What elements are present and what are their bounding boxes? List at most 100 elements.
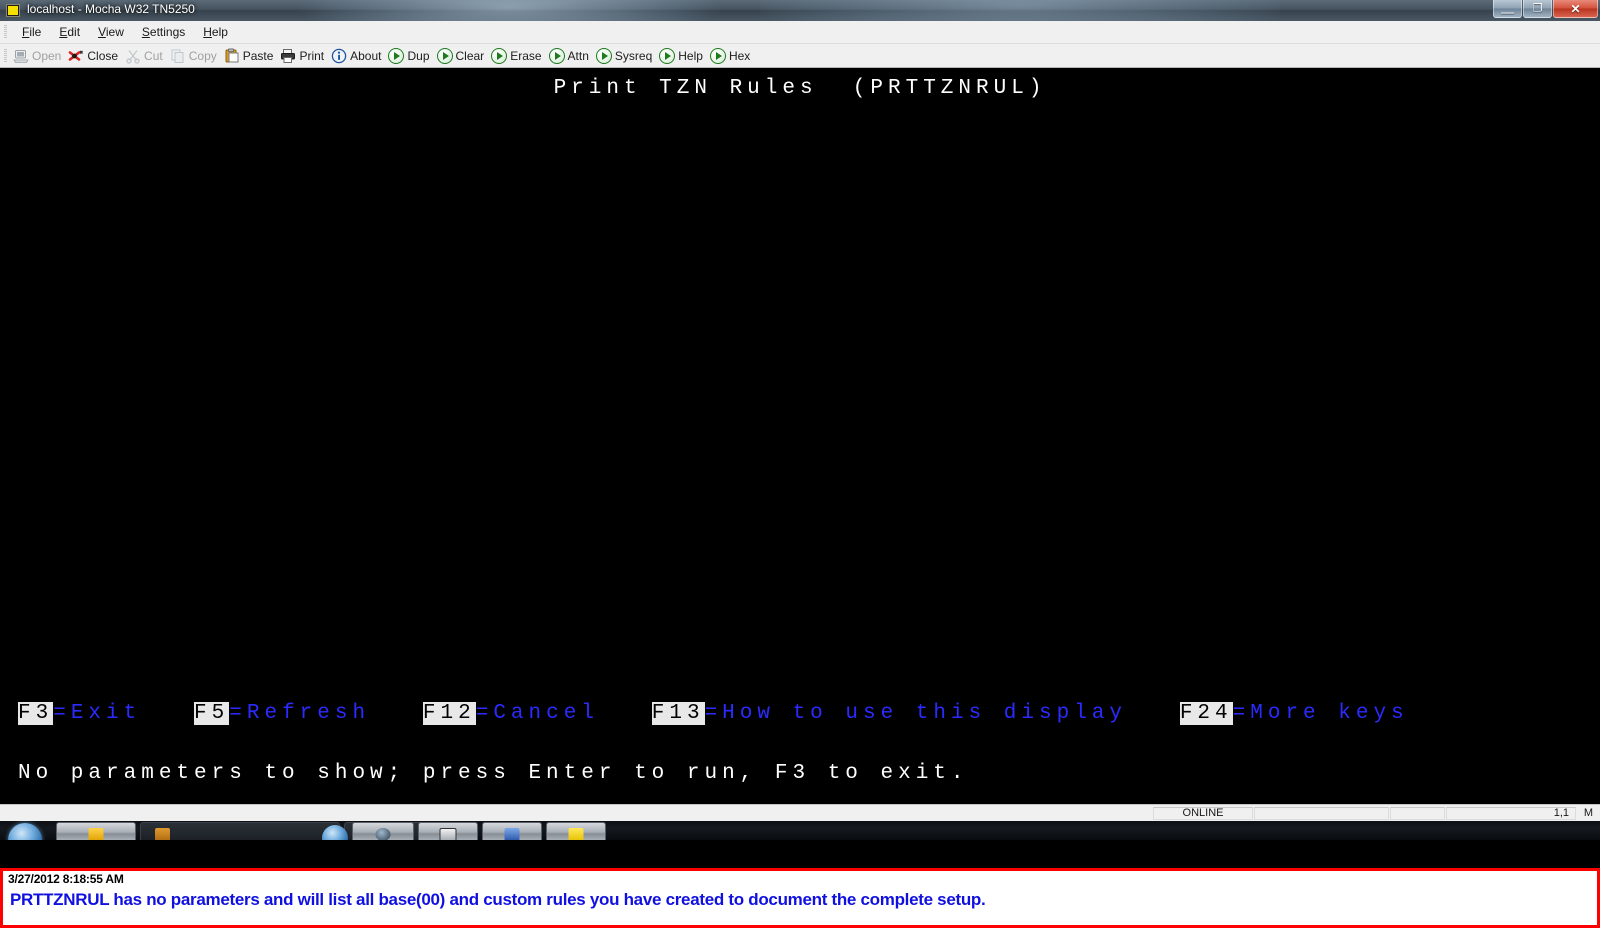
toolbar-button-copy: Copy xyxy=(170,48,217,64)
toolbar-button-label: About xyxy=(350,48,382,63)
menu-item-view[interactable]: View xyxy=(89,23,133,41)
toolbar-button-label: Paste xyxy=(242,48,274,63)
taskbar-button-5[interactable] xyxy=(418,822,478,840)
play-icon xyxy=(388,47,405,64)
minimize-button[interactable]: — xyxy=(1493,0,1522,18)
taskbar-button-7[interactable] xyxy=(546,822,606,840)
toolbar-button-attn[interactable]: Attn xyxy=(548,47,589,64)
annotation-timestamp: 3/27/2012 8:18:55 AM xyxy=(8,872,124,886)
toolbar-button-about[interactable]: About xyxy=(331,48,381,64)
info-icon xyxy=(331,48,347,64)
window-icon-5 xyxy=(439,828,457,840)
toolbar-button-paste[interactable]: Paste xyxy=(224,48,274,64)
restore-button[interactable]: ❐ xyxy=(1523,0,1552,18)
status-connection: ONLINE xyxy=(1153,806,1253,820)
close-icon: ✕ xyxy=(1570,1,1581,16)
play-icon xyxy=(709,47,726,64)
taskbar-button-1[interactable] xyxy=(56,822,136,840)
status-cursor-position: 1,1 xyxy=(1446,806,1576,820)
status-mode: M xyxy=(1583,806,1593,819)
fkey-gap xyxy=(141,702,194,725)
function-key-description: =Exit xyxy=(53,702,142,725)
function-key-f3[interactable]: F3 xyxy=(18,702,54,725)
copy-icon xyxy=(170,48,186,64)
toolbar-button-open: Open xyxy=(13,48,61,64)
toolbar-button-label: Print xyxy=(299,48,325,63)
taskbar-button-2[interactable] xyxy=(140,822,340,840)
toolbar-button-label: Clear xyxy=(455,48,485,63)
computer-icon xyxy=(13,48,29,64)
toolbar-button-cut: Cut xyxy=(125,48,163,64)
clipboard-icon xyxy=(224,48,240,64)
status-pane-2 xyxy=(1254,806,1389,820)
taskbar-button-4[interactable] xyxy=(352,822,414,840)
function-key-f24[interactable]: F24 xyxy=(1179,702,1233,725)
function-key-description: =How to use this display xyxy=(704,702,1128,725)
toolbar-button-erase[interactable]: Erase xyxy=(491,47,542,64)
fkey-gap xyxy=(370,702,423,725)
app-icon-2 xyxy=(155,828,170,840)
screen-title: Print TZN Rules (PRTTZNRUL) xyxy=(553,77,1047,100)
toolbar-button-dup[interactable]: Dup xyxy=(388,47,430,64)
app-icon-6 xyxy=(504,828,520,840)
menu-item-settings[interactable]: Settings xyxy=(133,23,194,41)
start-orb-icon[interactable] xyxy=(8,823,42,840)
play-icon xyxy=(491,47,508,64)
folder-icon xyxy=(88,828,104,840)
menu-item-file[interactable]: File xyxy=(13,23,50,41)
toolbar-button-label: Erase xyxy=(510,48,542,63)
toolbar-button-label: Dup xyxy=(407,48,430,63)
menubar-grip[interactable] xyxy=(4,25,7,39)
toolbar-button-label: Sysreq xyxy=(614,48,653,63)
toolbar-grip[interactable] xyxy=(4,48,7,63)
status-bar: ONLINE 1,1 M xyxy=(0,804,1600,821)
toolbar-button-clear[interactable]: Clear xyxy=(436,47,485,64)
application-window: localhost - Mocha W32 TN5250 — ❐ ✕ File E… xyxy=(0,0,1600,928)
toolbar-button-print[interactable]: Print xyxy=(280,48,324,64)
close-button[interactable]: ✕ xyxy=(1553,0,1598,18)
fkey-gap xyxy=(1127,702,1180,725)
play-icon xyxy=(548,47,565,64)
function-key-description: =Refresh xyxy=(229,702,371,725)
function-key-f5[interactable]: F5 xyxy=(194,702,230,725)
scissors-icon xyxy=(125,48,141,64)
toolbar-button-label: Help xyxy=(678,48,703,63)
play-icon xyxy=(595,47,612,64)
toolbar-button-label: Open xyxy=(32,48,62,63)
windows-taskbar[interactable] xyxy=(0,821,1600,840)
annotation-box: 3/27/2012 8:18:55 AM PRTTZNRUL has no pa… xyxy=(0,868,1600,928)
menu-item-edit[interactable]: Edit xyxy=(50,23,89,41)
annotation-text: PRTTZNRUL has no parameters and will lis… xyxy=(10,889,986,909)
function-key-description: =More keys xyxy=(1232,702,1409,725)
toolbar-button-label: Attn xyxy=(567,48,589,63)
menu-item-help[interactable]: Help xyxy=(194,23,237,41)
toolbar-button-label: Hex xyxy=(728,48,751,63)
folder-icon-7 xyxy=(568,828,584,840)
tool-bar: Open Close Cut Copy Paste Print About Dup Clear E… xyxy=(0,44,1600,68)
toolbar-button-label: Close xyxy=(87,48,119,63)
status-message-pane xyxy=(0,807,1152,820)
fkey-gap xyxy=(599,702,652,725)
taskbar-button-6[interactable] xyxy=(482,822,542,840)
terminal-icon xyxy=(6,4,20,17)
app-icon-4 xyxy=(375,828,391,840)
play-icon xyxy=(436,47,453,64)
menu-bar: File Edit View Settings Help xyxy=(0,21,1600,44)
toolbar-button-help[interactable]: Help xyxy=(659,47,703,64)
toolbar-button-sysreq[interactable]: Sysreq xyxy=(595,47,653,64)
function-key-row: F3=Exit F5=Refresh F12=Cancel F13=How to… xyxy=(18,702,1409,725)
toolbar-button-label: Cut xyxy=(144,48,163,63)
window-title: localhost - Mocha W32 TN5250 xyxy=(27,2,195,16)
toolbar-button-hex[interactable]: Hex xyxy=(709,47,751,64)
toolbar-button-close[interactable]: Close xyxy=(68,48,118,64)
function-key-f12[interactable]: F12 xyxy=(422,702,476,725)
titlebar-glow-secondary xyxy=(760,0,1280,21)
window-titlebar[interactable]: localhost - Mocha W32 TN5250 — ❐ ✕ xyxy=(0,0,1600,21)
disconnect-icon xyxy=(68,48,84,64)
terminal-screen[interactable]: Print TZN Rules (PRTTZNRUL) F3=Exit F5=R… xyxy=(0,68,1600,804)
titlebar-glow xyxy=(300,0,720,21)
function-key-f13[interactable]: F13 xyxy=(651,702,705,725)
status-pane-3 xyxy=(1390,806,1445,820)
printer-icon xyxy=(280,48,296,64)
toolbar-button-label: Copy xyxy=(188,48,217,63)
